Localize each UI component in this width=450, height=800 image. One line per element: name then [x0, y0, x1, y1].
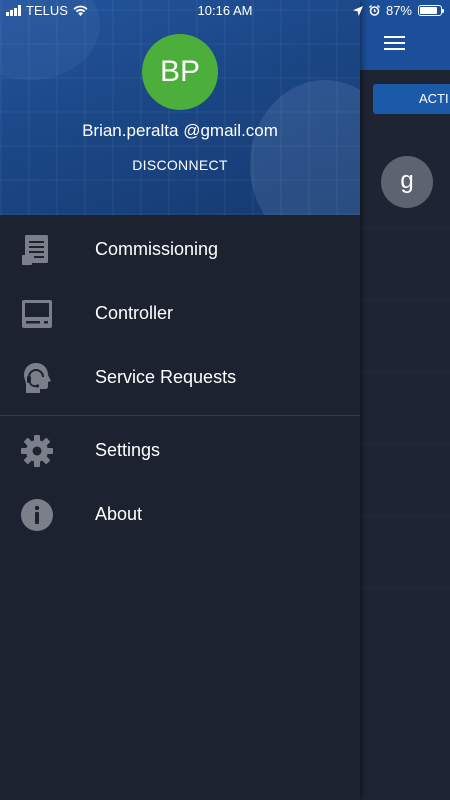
gear-icon [21, 435, 53, 467]
menu-item-label: Settings [95, 440, 161, 460]
disconnect-button-row: DISCONNECT [0, 157, 360, 173]
location-arrow-icon [352, 5, 363, 16]
list-divider [360, 516, 450, 517]
main-content: ACTI g [360, 0, 450, 800]
device-avatar[interactable]: g [381, 156, 433, 208]
list-divider [360, 372, 450, 373]
list-divider [360, 444, 450, 445]
app-screen: TELUS 10:16 AM 87% ACTI g BP Brian.peral… [0, 0, 450, 800]
list-divider [360, 228, 450, 229]
list-divider [360, 588, 450, 589]
user-email: Brian.peralta @gmail.com [82, 121, 278, 140]
alarm-icon [368, 5, 380, 16]
menu-item-label: Service Requests [95, 367, 237, 387]
menu-item-settings[interactable]: Settings [0, 418, 360, 482]
menu-divider [0, 415, 360, 416]
list-divider [360, 300, 450, 301]
menu-item-controller[interactable]: Controller [0, 281, 360, 345]
tab-active[interactable]: ACTI [373, 84, 450, 114]
disconnect-button[interactable]: DISCONNECT [132, 157, 228, 173]
status-bar: TELUS 10:16 AM 87% [0, 0, 450, 22]
battery-icon [418, 5, 444, 16]
user-avatar[interactable]: BP [142, 34, 218, 110]
menu-item-about[interactable]: About [0, 482, 360, 546]
status-right: 87% [352, 3, 444, 18]
document-icon [22, 235, 48, 265]
battery-level [420, 7, 438, 14]
menu-item-service-requests[interactable]: Service Requests [0, 345, 360, 409]
computer-icon [22, 300, 52, 328]
menu-item-label: Commissioning [95, 239, 219, 259]
drawer-header: BP Brian.peralta @gmail.com DISCONNECT [0, 0, 360, 215]
info-icon [21, 499, 53, 531]
hamburger-menu-icon[interactable] [384, 36, 405, 52]
menu-item-label: Controller [95, 303, 174, 323]
battery-percent: 87% [385, 3, 412, 18]
headset-icon [24, 363, 51, 393]
navigation-drawer: BP Brian.peralta @gmail.com DISCONNECT C… [0, 0, 360, 800]
menu-item-label: About [95, 504, 143, 524]
menu-item-commissioning[interactable]: Commissioning [0, 217, 360, 281]
